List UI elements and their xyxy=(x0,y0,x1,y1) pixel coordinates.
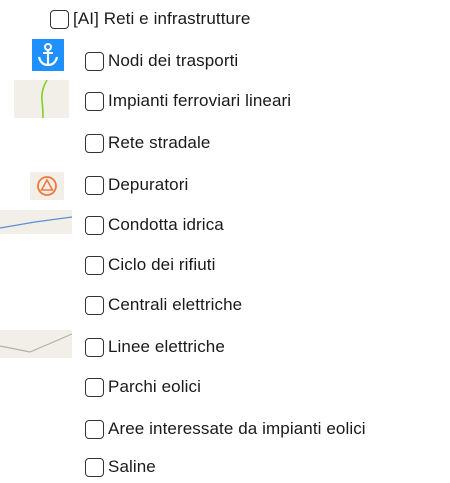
layer-label: Rete stradale xyxy=(108,133,211,152)
group-label: [AI] Reti e infrastrutture xyxy=(73,9,251,28)
layer-checkbox[interactable] xyxy=(85,377,104,397)
water-line-icon xyxy=(0,210,72,234)
layer-checkbox[interactable] xyxy=(85,255,104,275)
layer-label: Ciclo dei rifiuti xyxy=(108,255,216,274)
layer-label: Parchi eolici xyxy=(108,377,201,396)
layer-item-aree-impianti-eolici: Aree interessate da impianti eolici xyxy=(85,414,366,444)
layer-checkbox[interactable] xyxy=(85,419,104,439)
layer-item-depuratori: Depuratori xyxy=(85,170,188,200)
group-checkbox[interactable] xyxy=(50,9,69,29)
layer-checkbox[interactable] xyxy=(85,133,104,153)
layer-item-centrali-elettriche: Centrali elettriche xyxy=(85,290,242,320)
layer-checkbox[interactable] xyxy=(85,457,104,477)
layer-item-linee-elettriche: Linee elettriche xyxy=(85,332,225,362)
layer-item-parchi-eolici: Parchi eolici xyxy=(85,372,201,402)
layer-checkbox[interactable] xyxy=(85,337,104,357)
power-line-icon xyxy=(0,330,72,358)
layer-label: Depuratori xyxy=(108,175,189,194)
layer-item-saline: Saline xyxy=(85,452,156,482)
layer-item-nodi-dei-trasporti: Nodi dei trasporti xyxy=(85,46,238,76)
layer-label: Aree interessate da impianti eolici xyxy=(108,419,366,438)
layer-label: Nodi dei trasporti xyxy=(108,51,239,70)
anchor-icon xyxy=(32,39,64,71)
layer-checkbox[interactable] xyxy=(85,175,104,195)
layer-label: Linee elettriche xyxy=(108,337,225,356)
layer-checkbox[interactable] xyxy=(85,91,104,111)
layer-item-rete-stradale: Rete stradale xyxy=(85,128,210,158)
layer-checkbox[interactable] xyxy=(85,295,104,315)
layer-label: Impianti ferroviari lineari xyxy=(108,91,292,110)
triangle-in-circle-icon xyxy=(30,172,64,200)
layer-label: Centrali elettriche xyxy=(108,295,243,314)
layer-label: Condotta idrica xyxy=(108,215,224,234)
rail-line-icon xyxy=(14,80,69,118)
layer-label: Saline xyxy=(108,457,156,476)
group-header-reti-infrastrutture: [AI] Reti e infrastrutture xyxy=(50,4,250,34)
layer-checkbox[interactable] xyxy=(85,51,104,71)
layer-item-impianti-ferroviari-lineari: Impianti ferroviari lineari xyxy=(85,86,291,116)
layer-checkbox[interactable] xyxy=(85,215,104,235)
layer-item-ciclo-dei-rifiuti: Ciclo dei rifiuti xyxy=(85,250,216,280)
layer-item-condotta-idrica: Condotta idrica xyxy=(85,210,224,240)
